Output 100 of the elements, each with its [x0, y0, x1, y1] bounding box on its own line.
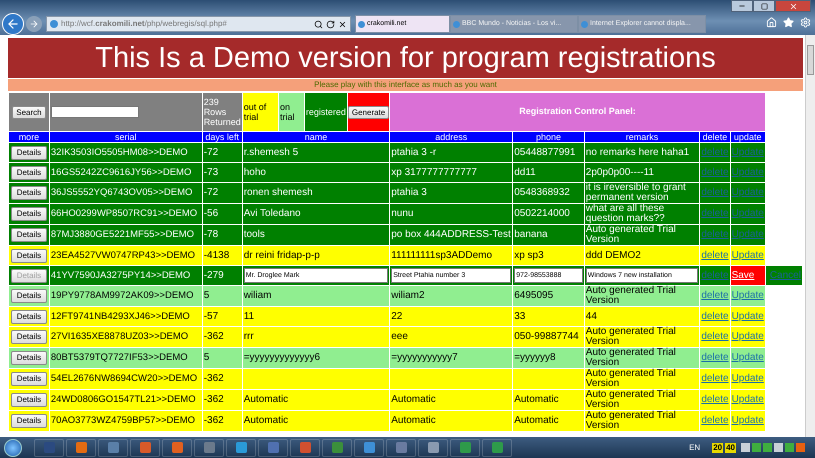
table-cell: 36JS5552YQ6743OV05>>DEMO — [50, 187, 192, 198]
table-cell: =yyyyyy8 — [514, 352, 556, 363]
details-button[interactable]: Details — [10, 414, 47, 428]
search-button[interactable]: Search — [12, 106, 46, 118]
table-cell: -78 — [204, 229, 218, 240]
table-cell: dr reini fridap-p-p — [244, 250, 320, 260]
tray-badge[interactable]: 20 — [712, 442, 724, 452]
table-cell: -362 — [204, 394, 224, 405]
favorites-icon[interactable] — [783, 17, 794, 28]
address-field[interactable]: http://wcf.crakomili.net/php/webregis/sql.php# — [46, 16, 351, 32]
table-cell: Auto generated Trial Version — [586, 347, 676, 368]
app-tile-icon[interactable] — [386, 438, 416, 456]
app-tile-icon[interactable] — [226, 438, 256, 456]
details-button[interactable]: Details — [10, 146, 47, 160]
table-cell: ptahia 3 -r — [391, 146, 436, 158]
table-cell: 16GS5242ZC9616JY56>>DEMO — [50, 166, 192, 178]
details-button[interactable]: Details — [10, 310, 47, 324]
table-cell: 80BT5379TQ7727IF53>>DEMO — [50, 352, 188, 363]
table-cell: no remarks here haha1 — [586, 146, 690, 158]
details-button[interactable]: Details — [10, 207, 47, 221]
details-button[interactable]: Details — [10, 228, 47, 242]
scrollbar[interactable] — [805, 35, 815, 437]
close-icon — [788, 2, 798, 10]
table-cell: Automatic — [244, 394, 288, 405]
table-cell: 2p0p0p00----11 — [586, 166, 654, 178]
app-tile-icon[interactable] — [418, 438, 448, 456]
app-tile-icon[interactable] — [354, 438, 384, 456]
table-cell: dd11 — [514, 166, 536, 178]
details-button[interactable]: Details — [10, 351, 47, 365]
app-tile-icon[interactable] — [194, 438, 224, 456]
generate-button[interactable]: Generate — [348, 106, 390, 118]
app-tile-icon[interactable] — [66, 438, 96, 456]
page-icon — [581, 20, 588, 28]
table-cell: 44 — [586, 310, 597, 322]
table-cell: 0548368932 — [514, 187, 570, 198]
details-button[interactable]: Details — [10, 186, 47, 200]
column-header: address — [435, 132, 468, 142]
table-cell: wiliam2 — [391, 290, 425, 301]
table-cell: what are all these question marks?? — [586, 203, 665, 224]
back-button[interactable] — [2, 13, 24, 35]
app-tile-icon[interactable] — [450, 438, 480, 456]
table-cell: r.shemesh 5 — [244, 146, 298, 158]
table-cell: 19PY9778AM9972AK09>>DEMO — [50, 290, 194, 301]
start-button[interactable] — [4, 438, 22, 456]
table-cell: wiliam — [244, 290, 272, 301]
home-icon[interactable] — [766, 17, 777, 28]
table-cell: 0502214000 — [514, 208, 570, 219]
table-cell: 12FT9741NB4293XJ46>>DEMO — [50, 310, 190, 322]
tray-badge[interactable]: 40 — [725, 442, 736, 452]
table-cell: hoho — [244, 166, 266, 178]
table-cell: xp sp3 — [514, 250, 544, 260]
minimize-button[interactable] — [731, 0, 753, 12]
status-legend: out of trial — [242, 93, 278, 131]
table-cell: 050-99887744 — [514, 331, 579, 342]
maximize-button[interactable] — [753, 0, 775, 12]
app-tile-icon[interactable] — [34, 438, 64, 456]
table-cell: Avi Toledano — [244, 208, 301, 219]
app-tile-icon[interactable] — [258, 438, 288, 456]
settings-icon[interactable] — [800, 17, 811, 28]
table-cell: eee — [391, 331, 408, 342]
details-button[interactable]: Details — [10, 372, 47, 386]
search-field[interactable] — [50, 106, 139, 118]
app-tile-icon[interactable] — [162, 438, 192, 456]
table-cell: Auto generated Trial Version — [586, 410, 676, 431]
table-cell: -57 — [204, 310, 218, 322]
table-cell: Automatic — [514, 394, 559, 405]
stop-icon[interactable] — [338, 20, 347, 28]
refresh-icon[interactable] — [326, 20, 335, 28]
app-tile-icon[interactable] — [130, 438, 160, 456]
page-icon — [358, 20, 365, 28]
app-tile-icon[interactable] — [290, 438, 320, 456]
details-button[interactable]: Details — [10, 166, 47, 180]
column-header: name — [304, 132, 328, 142]
table-cell: 11 — [244, 310, 254, 322]
app-tile-icon[interactable] — [482, 438, 512, 456]
forward-button[interactable] — [26, 16, 42, 32]
forward-arrow-icon — [29, 19, 39, 29]
details-button[interactable]: Details — [10, 393, 47, 407]
details-button[interactable]: Details — [10, 330, 47, 344]
page-subtitle: Please play with this interface as much as you want — [8, 79, 803, 91]
page-icon — [50, 20, 58, 28]
table-cell: 87MJ3880GE5221MF55>>DEMO — [50, 229, 194, 240]
table-cell: po box 444ADDRESS-Test — [391, 229, 511, 240]
table-cell: 41YV7590JA3275PY14>>DEMO — [50, 270, 190, 280]
column-header: update — [734, 132, 762, 142]
language-indicator[interactable]: EN — [689, 442, 700, 454]
search-icon[interactable] — [314, 20, 323, 28]
table-cell: 5 — [204, 290, 210, 301]
table-cell: 33 — [514, 310, 526, 322]
app-tile-icon[interactable] — [98, 438, 128, 456]
table-cell: -72 — [204, 187, 218, 198]
details-button[interactable]: Details — [10, 289, 47, 303]
table-cell: Automatic — [391, 415, 436, 426]
details-button[interactable]: Details — [10, 248, 47, 262]
table-cell: nunu — [391, 208, 414, 219]
table-cell: 05448877991 — [514, 146, 576, 158]
app-tile-icon[interactable] — [322, 438, 352, 456]
table-cell: 27VI1635XE8878UZ03>>DEMO — [50, 331, 188, 342]
table-cell: 70AO3773WZ4759BP57>>DEMO — [50, 415, 196, 426]
table-cell: -279 — [204, 270, 224, 280]
